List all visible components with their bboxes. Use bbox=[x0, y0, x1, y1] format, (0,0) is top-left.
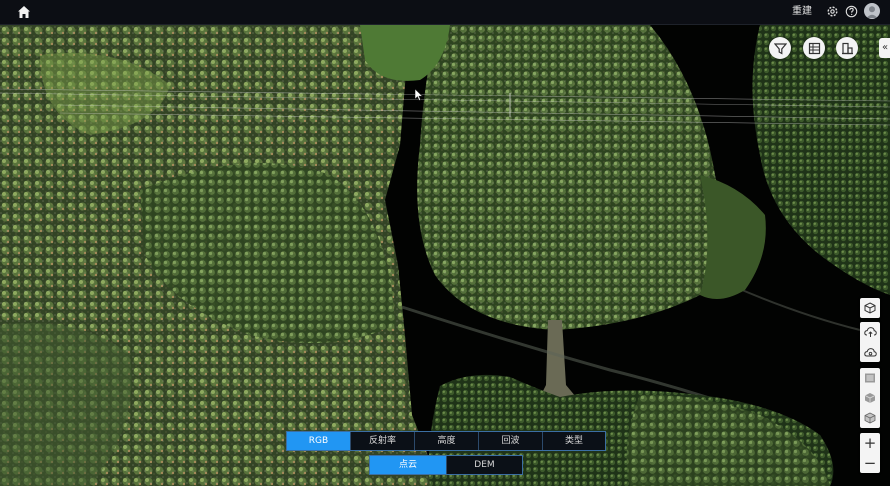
wire-box-icon bbox=[864, 412, 876, 424]
rebuild-button[interactable]: 重建 bbox=[792, 5, 812, 19]
display-tools-panel bbox=[860, 368, 880, 428]
filter-icon bbox=[773, 42, 787, 55]
cube-icon bbox=[864, 302, 876, 314]
zoom-out-button[interactable]: − bbox=[860, 453, 880, 473]
table-icon bbox=[808, 42, 820, 54]
data-mode-bar: 点云 DEM bbox=[369, 455, 523, 475]
help-icon[interactable] bbox=[845, 5, 858, 18]
zoom-in-button[interactable]: + bbox=[860, 433, 880, 453]
user-avatar-icon[interactable] bbox=[864, 3, 880, 19]
gear-icon[interactable] bbox=[826, 5, 839, 18]
solid-box-button[interactable] bbox=[860, 388, 880, 408]
color-mode-reflectance[interactable]: 反射率 bbox=[351, 432, 415, 450]
mouse-cursor-icon bbox=[415, 89, 423, 101]
data-mode-point-cloud[interactable]: 点云 bbox=[370, 456, 447, 474]
solid-box-icon bbox=[864, 393, 876, 403]
view-mode-panel bbox=[860, 298, 880, 318]
wire-box-button[interactable] bbox=[860, 408, 880, 428]
color-mode-height[interactable]: 高度 bbox=[415, 432, 479, 450]
layer-list-icon bbox=[865, 373, 875, 383]
3d-view-button[interactable] bbox=[860, 298, 880, 318]
layer-list-button[interactable] bbox=[860, 368, 880, 388]
cloud-upload-icon bbox=[863, 327, 877, 337]
cloud-upload-button[interactable] bbox=[860, 322, 880, 342]
color-mode-type[interactable]: 类型 bbox=[543, 432, 605, 450]
point-cloud-viewport[interactable] bbox=[0, 25, 890, 486]
data-mode-dem[interactable]: DEM bbox=[447, 456, 522, 474]
zoom-panel: + − bbox=[860, 433, 880, 473]
color-mode-bar: RGB 反射率 高度 回波 类型 bbox=[286, 431, 606, 451]
top-bar: 重建 bbox=[0, 0, 890, 25]
collapse-panel-button[interactable]: « bbox=[879, 38, 890, 58]
home-icon[interactable] bbox=[17, 5, 31, 19]
color-mode-rgb[interactable]: RGB bbox=[287, 432, 351, 450]
table-tool-button[interactable] bbox=[803, 37, 825, 59]
cloud-settings-icon bbox=[863, 348, 877, 357]
cloud-tools-panel bbox=[860, 322, 880, 362]
building-icon bbox=[841, 42, 853, 54]
filter-tool-button[interactable] bbox=[769, 37, 791, 59]
color-mode-echo[interactable]: 回波 bbox=[479, 432, 543, 450]
cloud-settings-button[interactable] bbox=[860, 342, 880, 362]
building-tool-button[interactable] bbox=[836, 37, 858, 59]
